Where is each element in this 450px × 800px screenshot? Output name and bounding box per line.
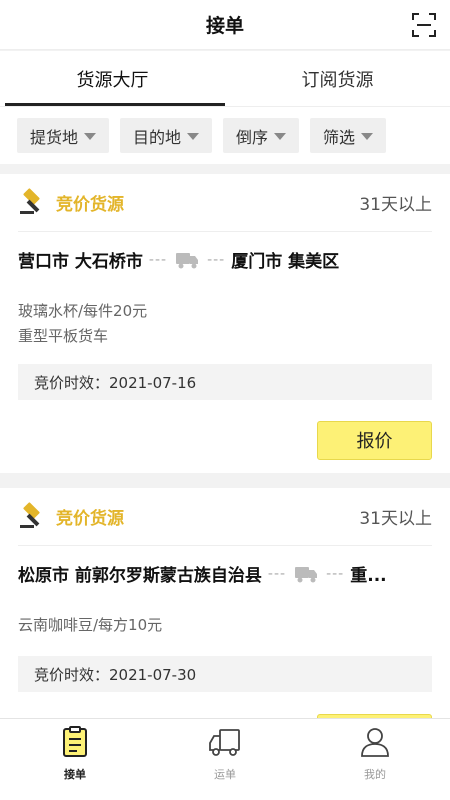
top-bar: 接单: [0, 0, 450, 50]
truck-icon: [175, 251, 199, 269]
bid-deadline: 竞价时效：2021-07-30: [18, 656, 432, 692]
badge-label: 竞价货源: [56, 509, 124, 529]
page-title: 接单: [205, 15, 244, 37]
route-separator: ---: [148, 251, 168, 268]
tab-subscribed[interactable]: 订阅货源: [225, 51, 450, 106]
quote-button[interactable]: 报价: [317, 420, 432, 460]
bottom-tab-bar: 接单 运单 我的: [0, 718, 450, 800]
user-icon: [359, 726, 391, 762]
filter-sort[interactable]: 倒序: [223, 118, 300, 153]
tab-label: 订阅货源: [301, 69, 374, 91]
origin: 松原市 前郭尔罗斯蒙古族自治县: [18, 566, 262, 586]
tabbar-profile[interactable]: 我的: [300, 719, 450, 800]
filter-pickup[interactable]: 提货地: [17, 118, 110, 153]
caret-down-icon: [361, 133, 374, 140]
route-separator: ---: [326, 565, 345, 582]
caret-down-icon: [84, 133, 97, 140]
destination: 厦门市 集美区: [231, 252, 340, 272]
cargo-description: 玻璃水杯/每件20元: [18, 302, 148, 320]
bid-badge: 竞价货源: [18, 500, 124, 534]
card-header: 竞价货源 31天以上: [18, 488, 432, 546]
filter-label: 筛选: [323, 127, 356, 147]
route-separator: ---: [207, 251, 226, 268]
caret-down-icon: [187, 133, 200, 140]
caret-down-icon: [274, 133, 287, 140]
filter-label: 倒序: [236, 127, 269, 147]
card-actions: 报价: [18, 400, 432, 480]
card-header: 竞价货源 31天以上: [18, 174, 432, 232]
filter-label: 提货地: [30, 127, 79, 147]
filter-label: 目的地: [133, 127, 182, 147]
gavel-icon: [18, 500, 48, 534]
order-icon: [59, 726, 91, 762]
truck-icon: [208, 726, 242, 762]
destination: 重...: [350, 566, 387, 586]
quote-button-label: 报价: [356, 431, 393, 452]
scan-icon[interactable]: [410, 11, 438, 39]
origin: 营口市 大石桥市: [18, 252, 143, 272]
route: 松原市 前郭尔罗斯蒙古族自治县 --- --- 重...: [18, 546, 432, 601]
cargo-card[interactable]: 竞价货源 31天以上 营口市 大石桥市 --- --- 厦门市 集美区 玻璃水杯…: [0, 174, 450, 473]
badge-label: 竞价货源: [56, 195, 124, 215]
source-tabs: 货源大厅 订阅货源: [0, 51, 450, 106]
deadline-text: 竞价时效：2021-07-30: [34, 665, 197, 684]
tabbar-orders[interactable]: 接单: [0, 719, 150, 800]
bid-deadline: 竞价时效：2021-07-16: [18, 364, 432, 400]
tab-cargo-hall[interactable]: 货源大厅: [0, 51, 225, 106]
gavel-icon: [18, 186, 48, 220]
filter-bar: 提货地 目的地 倒序 筛选: [0, 106, 450, 164]
route: 营口市 大石桥市 --- --- 厦门市 集美区: [18, 232, 432, 287]
tabbar-waybills[interactable]: 运单: [150, 719, 300, 800]
vehicle-type: 重型平板货车: [18, 327, 109, 345]
filter-more[interactable]: 筛选: [310, 118, 387, 153]
deadline-text: 竞价时效：2021-07-16: [34, 373, 197, 392]
cargo-info: 云南咖啡豆/每方10元: [18, 613, 432, 638]
tabbar-label: 我的: [364, 768, 386, 781]
days-label: 31天以上: [359, 195, 432, 215]
route-separator: ---: [267, 565, 287, 582]
days-label: 31天以上: [359, 509, 432, 529]
filter-destination[interactable]: 目的地: [120, 118, 213, 153]
tab-label: 货源大厅: [76, 69, 149, 91]
cargo-info: 玻璃水杯/每件20元 重型平板货车: [18, 299, 432, 349]
truck-icon: [294, 565, 318, 583]
cargo-card[interactable]: 竞价货源 31天以上 松原市 前郭尔罗斯蒙古族自治县 --- --- 重... …: [0, 488, 450, 728]
bid-badge: 竞价货源: [18, 186, 124, 220]
tabbar-label: 运单: [214, 768, 236, 781]
tabbar-label: 接单: [64, 768, 86, 781]
cargo-description: 云南咖啡豆/每方10元: [18, 616, 163, 634]
